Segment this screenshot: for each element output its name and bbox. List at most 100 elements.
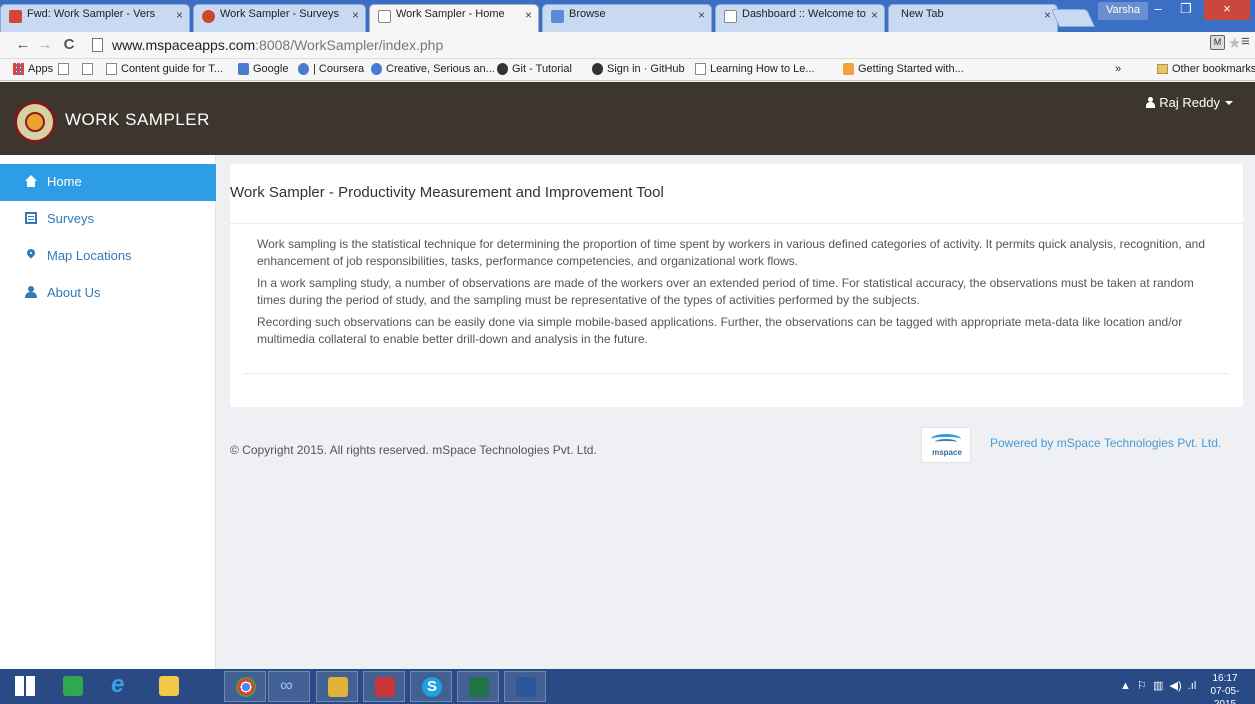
bookmark-getting-started[interactable]: Getting Started with... [843,63,964,75]
bookmark-star-icon[interactable]: ★ [1228,34,1241,52]
coursera-icon [298,63,309,75]
bookmark-creative-serious[interactable]: Creative, Serious an... [371,63,495,75]
taskbar-internet-explorer[interactable]: e [100,671,142,702]
reload-icon[interactable]: C [60,36,78,53]
chrome-menu-icon[interactable]: ≡ [1241,33,1250,50]
panel-body: Work sampling is the statistical techniq… [243,232,1229,374]
close-tab-icon[interactable]: × [176,8,183,22]
page-icon [58,63,69,75]
clock-time: 16:17 [1212,673,1238,684]
url-path: :8008/WorkSampler/index.php [255,37,444,53]
institute-logo[interactable] [14,101,56,143]
extension-icon[interactable]: M [1210,35,1225,50]
taskbar-tools[interactable] [316,671,358,702]
mspace-logo: mspace [921,427,971,463]
file-explorer-icon [159,676,179,696]
page-icon [378,10,391,23]
study-paragraph: In a work sampling study, a number of ob… [257,276,1194,307]
taskbar-app-infinity[interactable]: ∞ [268,671,310,702]
taskbar-store[interactable] [52,671,94,702]
brand-title[interactable]: WORK SAMPLER [65,110,210,130]
sidebar: Home Surveys Map Locations About Us [0,155,216,669]
clock-date: 07-05-2015 [1210,686,1240,704]
other-bookmarks[interactable]: Other bookmarks [1157,63,1255,75]
taskbar-clock[interactable]: 16:17 07-05-2015 [1201,672,1249,704]
bookmarks-bar: Apps Content guide for T... Google | Cou… [0,59,1255,81]
bookmark-google[interactable]: Google [238,63,288,75]
sidebar-item-about-us[interactable]: About Us [0,275,216,312]
close-tab-icon[interactable]: × [1044,8,1051,22]
user-icon [1146,97,1156,108]
taskbar-word[interactable] [504,671,546,702]
close-window-button[interactable]: × [1204,0,1250,20]
browser-tab-gmail[interactable]: Fwd: Work Sampler - Vers × [0,4,190,32]
back-arrow-icon[interactable]: ← [14,36,32,53]
address-bar[interactable]: www.mspaceapps.com:8008/WorkSampler/inde… [88,35,1208,56]
map-marker-icon [25,249,37,261]
close-tab-icon[interactable]: × [871,8,878,22]
sidebar-item-map-locations[interactable]: Map Locations [0,238,216,275]
browse-icon [551,10,564,23]
google-icon [238,63,249,75]
bookmark-git-tutorial[interactable]: Git - Tutorial [497,63,572,75]
toolbox-icon [375,677,395,697]
start-button[interactable] [4,671,46,702]
lamp-emblem-icon [25,112,45,132]
taskbar-skype[interactable]: S [410,671,452,702]
taskbar-file-explorer[interactable] [148,671,190,702]
list-icon [25,212,37,224]
close-tab-icon[interactable]: × [352,8,359,22]
browser-toolbar: ← → C www.mspaceapps.com:8008/WorkSample… [0,32,1255,59]
powered-by-link[interactable]: Powered by mSpace Technologies Pvt. Ltd. [990,436,1221,450]
page-icon [106,63,117,75]
home-icon [25,175,37,187]
panel-header: Work Sampler - Productivity Measurement … [230,164,1243,224]
browser-tab-dashboard[interactable]: Dashboard :: Welcome to × [715,4,885,32]
infinity-icon: ∞ [280,675,293,695]
caret-down-icon [1225,101,1233,105]
joomla-icon [843,63,854,75]
sidebar-item-home[interactable]: Home [0,164,216,201]
user-menu-dropdown[interactable]: Raj Reddy [1146,95,1233,110]
restore-window-button[interactable]: ❐ [1172,0,1200,20]
windows-logo-icon [15,676,35,696]
page-icon [724,10,737,23]
taskbar-chrome[interactable] [224,671,266,702]
tools-icon [328,677,348,697]
page-icon [695,63,706,75]
sidebar-item-surveys[interactable]: Surveys [0,201,216,238]
user-icon [25,286,37,298]
browser-tab-browse[interactable]: Browse × [542,4,712,32]
close-tab-icon[interactable]: × [698,8,705,22]
profile-badge[interactable]: Varsha [1098,2,1149,20]
word-icon [516,677,536,697]
bookmark-content-guide[interactable]: Content guide for T... [106,63,223,75]
user-name: Raj Reddy [1159,95,1220,110]
bookmark-apps[interactable]: Apps [13,63,53,75]
app-header: WORK SAMPLER Raj Reddy [0,82,1255,155]
bookmark-learning[interactable]: Learning How to Le... [695,63,815,75]
taskbar-excel[interactable] [457,671,499,702]
minimize-window-button[interactable]: – [1144,0,1172,20]
url-host: www.mspaceapps.com [112,37,256,53]
gmail-icon [9,10,22,23]
close-tab-icon[interactable]: × [525,8,532,22]
system-tray[interactable]: ▲ ⚐ ▥ ◀) .ıl [1120,679,1196,692]
bookmark-github[interactable]: Sign in · GitHub [592,63,685,75]
coursera-icon [371,63,382,75]
intro-paragraph: Work sampling is the statistical techniq… [257,237,1206,268]
browser-tab-new[interactable]: New Tab × [888,4,1058,32]
apps-icon [13,63,24,75]
bookmark-coursera[interactable]: | Coursera [298,63,364,75]
forward-arrow-icon[interactable]: → [36,36,54,53]
chrome-icon [236,677,256,697]
browser-tab-surveys[interactable]: Work Sampler - Surveys × [193,4,366,32]
browser-tab-home[interactable]: Work Sampler - Home × [369,4,539,32]
logo-text: mspace [932,448,962,457]
internet-explorer-icon: e [111,671,125,698]
page-title: Work Sampler - Productivity Measurement … [230,184,664,201]
new-tab-button[interactable] [1050,9,1096,27]
taskbar-toolbox[interactable] [363,671,405,702]
store-icon [63,676,83,696]
bookmarks-overflow-button[interactable]: » [1115,63,1121,75]
